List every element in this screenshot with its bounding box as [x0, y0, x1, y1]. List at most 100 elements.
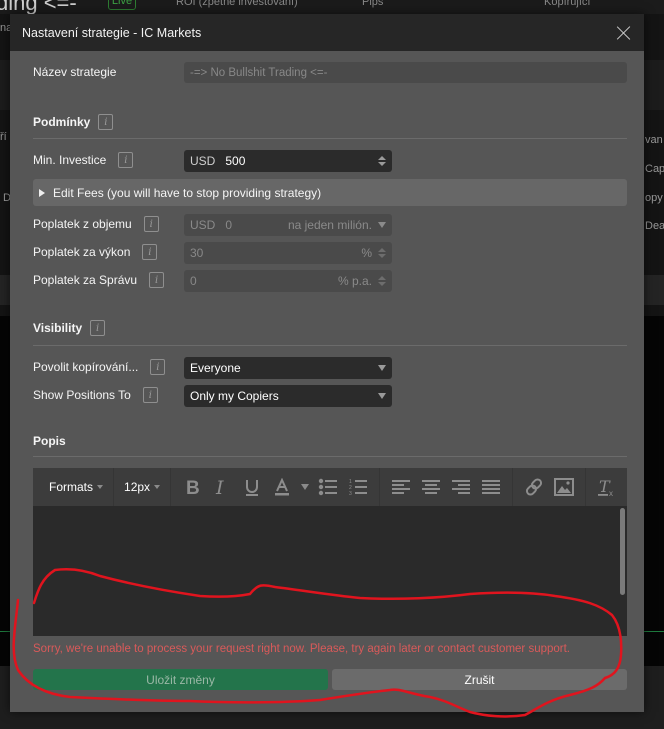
- background-live-badge: Live: [108, 0, 136, 10]
- management-fee-label: Poplatek za Správu: [33, 273, 138, 287]
- toolbar-group: Formats: [39, 468, 115, 506]
- volume-fee-row: Poplatek z objemu i: [33, 216, 159, 232]
- info-icon[interactable]: i: [118, 152, 134, 168]
- stepper-icon[interactable]: [378, 276, 386, 286]
- performance-fee-value: 30: [190, 246, 204, 260]
- text-color-caret-icon[interactable]: [299, 474, 311, 500]
- expand-triangle-icon: [39, 188, 45, 197]
- visibility-heading: Visibility: [33, 321, 83, 335]
- toolbar-group: [380, 468, 514, 506]
- image-icon[interactable]: [551, 474, 577, 500]
- clear-formatting-icon[interactable]: Tx: [594, 474, 620, 500]
- dropdown-caret-icon: [154, 485, 161, 489]
- rich-text-editor: Formats 12px B I 123 T x: [33, 468, 627, 636]
- formats-label: Formats: [49, 480, 94, 494]
- performance-fee-unit: %: [361, 246, 372, 260]
- align-center-icon[interactable]: [418, 474, 444, 500]
- save-changes-button[interactable]: Uložit změny: [33, 669, 328, 690]
- stepper-icon[interactable]: [378, 248, 386, 258]
- background-right-text: opy: [645, 192, 663, 204]
- visibility-heading-row: Visibility i: [33, 320, 106, 336]
- background-column-roi: ROI (zpětné investování): [176, 0, 298, 8]
- underline-icon[interactable]: [239, 474, 265, 500]
- divider: [33, 345, 627, 346]
- link-icon[interactable]: [521, 474, 547, 500]
- volume-fee-input[interactable]: USD 0 na jeden milión.: [184, 214, 392, 236]
- formats-dropdown[interactable]: Formats: [45, 480, 107, 494]
- min-invest-input[interactable]: USD 500: [184, 150, 392, 172]
- dialog-title: Nastavení strategie - IC Markets: [22, 25, 202, 40]
- dropdown-caret-icon: [378, 365, 386, 371]
- volume-fee-value: 0: [225, 218, 233, 232]
- strategy-name-label: Název strategie: [33, 65, 117, 79]
- toolbar-group: Tx: [586, 468, 628, 506]
- align-right-icon[interactable]: [448, 474, 474, 500]
- min-invest-row: Min. Investice i: [33, 152, 134, 168]
- performance-fee-label: Poplatek za výkon: [33, 245, 131, 259]
- volume-fee-unit: na jeden milión.: [287, 218, 372, 232]
- allow-copy-row: Povolit kopírování... i: [33, 359, 166, 375]
- svg-text:3: 3: [349, 491, 352, 496]
- strategy-settings-dialog: Nastavení strategie - IC Markets Název s…: [10, 14, 644, 712]
- allow-copy-label: Povolit kopírování...: [33, 360, 139, 374]
- align-left-icon[interactable]: [388, 474, 414, 500]
- info-icon[interactable]: i: [90, 320, 106, 336]
- info-icon[interactable]: i: [98, 114, 114, 130]
- toolbar-group: 12px: [114, 468, 172, 506]
- background-right-text: van: [645, 134, 663, 146]
- font-size-dropdown[interactable]: 12px: [120, 480, 164, 494]
- editor-toolbar: Formats 12px B I 123 T x: [33, 468, 627, 506]
- toolbar-group: B I 123: [171, 468, 381, 506]
- italic-icon[interactable]: I: [209, 474, 235, 500]
- bold-icon[interactable]: B: [179, 474, 205, 500]
- min-invest-value: 500: [225, 154, 246, 168]
- font-size-label: 12px: [124, 480, 151, 494]
- min-invest-label: Min. Investice: [33, 153, 107, 167]
- volume-fee-label: Poplatek z objemu: [33, 217, 132, 231]
- info-icon[interactable]: i: [142, 387, 158, 403]
- divider: [33, 456, 627, 457]
- dropdown-caret-icon[interactable]: [378, 222, 386, 228]
- conditions-heading-row: Podmínky i: [33, 114, 114, 130]
- info-icon[interactable]: i: [143, 216, 159, 232]
- allow-copy-value: Everyone: [190, 361, 241, 375]
- dropdown-caret-icon: [97, 485, 104, 489]
- editor-text-area[interactable]: [33, 506, 627, 636]
- background-right-text: Dea: [645, 220, 664, 232]
- dialog-header: Nastavení strategie - IC Markets: [10, 14, 644, 51]
- justify-icon[interactable]: [478, 474, 504, 500]
- strategy-name-row: Název strategie: [33, 65, 116, 79]
- info-icon[interactable]: i: [142, 244, 158, 260]
- close-icon[interactable]: [616, 25, 632, 41]
- background-column-pips: Pips: [362, 0, 384, 8]
- svg-text:x: x: [609, 489, 613, 497]
- description-heading: Popis: [33, 434, 66, 448]
- show-positions-value: Only my Copiers: [190, 389, 279, 403]
- editor-scrollbar[interactable]: [620, 508, 625, 595]
- background-right-text: Cap: [645, 163, 664, 175]
- performance-fee-input[interactable]: 30 %: [184, 242, 392, 264]
- edit-fees-toggle[interactable]: Edit Fees (you will have to stop providi…: [33, 179, 627, 206]
- management-fee-row: Poplatek za Správu i: [33, 272, 165, 288]
- stepper-icon[interactable]: [378, 156, 386, 166]
- svg-text:B: B: [186, 478, 200, 496]
- management-fee-value: 0: [190, 274, 197, 288]
- bullet-list-icon[interactable]: [315, 474, 341, 500]
- currency-label: USD: [190, 218, 216, 232]
- show-positions-select[interactable]: Only my Copiers: [184, 385, 392, 407]
- numbered-list-icon[interactable]: 123: [345, 474, 371, 500]
- text-color-icon[interactable]: [269, 474, 295, 500]
- management-fee-input[interactable]: 0 % p.a.: [184, 270, 392, 292]
- background-left-text: ří: [0, 131, 7, 143]
- show-positions-label: Show Positions To: [33, 388, 131, 402]
- toolbar-group: [513, 468, 587, 506]
- svg-text:I: I: [215, 478, 224, 496]
- conditions-heading: Podmínky: [33, 115, 91, 129]
- performance-fee-row: Poplatek za výkon i: [33, 244, 158, 260]
- allow-copy-select[interactable]: Everyone: [184, 357, 392, 379]
- show-positions-row: Show Positions To i: [33, 387, 158, 403]
- cancel-button[interactable]: Zrušit: [332, 669, 627, 690]
- info-icon[interactable]: i: [149, 272, 165, 288]
- strategy-name-field[interactable]: -=> No Bullshit Trading <=-: [184, 62, 627, 83]
- info-icon[interactable]: i: [150, 359, 166, 375]
